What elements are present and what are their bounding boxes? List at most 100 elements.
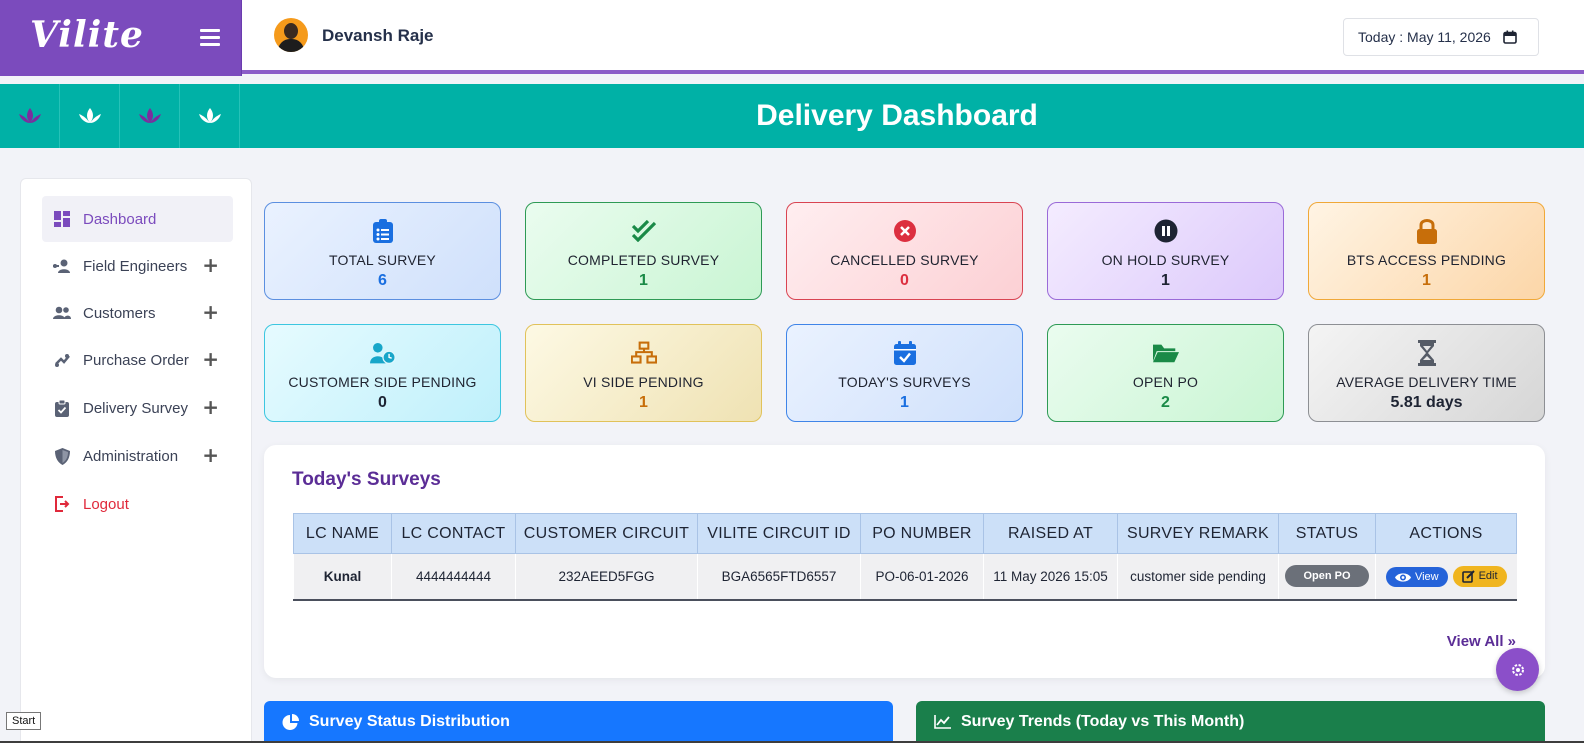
pie-chart-icon — [282, 713, 299, 730]
calendar-check-icon — [892, 340, 918, 366]
customers-icon — [52, 303, 72, 323]
column-header[interactable]: STATUS — [1278, 513, 1376, 554]
card-value: 1 — [1161, 272, 1170, 289]
sidebar-item-customers[interactable]: Customers + — [42, 290, 233, 336]
date-display[interactable]: Today : May 11, 2026 — [1343, 18, 1539, 56]
table-row: Kunal 4444444444 232AEED5FGG BGA6565FTD6… — [293, 553, 1517, 601]
column-header[interactable]: PO NUMBER — [860, 513, 984, 554]
expand-icon[interactable]: + — [202, 255, 219, 275]
edit-icon — [1461, 569, 1475, 583]
lotus-icon[interactable] — [120, 84, 180, 148]
sidebar-item-logout[interactable]: Logout — [42, 481, 233, 527]
card-value: 1 — [900, 394, 909, 411]
start-button[interactable]: Start — [6, 712, 42, 730]
settings-fab[interactable] — [1496, 648, 1539, 691]
sidebar-item-dashboard[interactable]: Dashboard — [42, 196, 233, 242]
sidebar-item-administration[interactable]: Administration + — [42, 433, 233, 479]
logo-area: Vilite — [0, 0, 242, 76]
double-check-icon — [631, 218, 657, 244]
line-chart-icon — [934, 715, 951, 729]
card-on-hold-survey[interactable]: ON HOLD SURVEY 1 — [1047, 202, 1284, 300]
sidebar-item-field-engineers[interactable]: Field Engineers + — [42, 243, 233, 289]
page-banner: Delivery Dashboard — [0, 84, 1584, 148]
expand-icon[interactable]: + — [202, 349, 219, 369]
user-name: Devansh Raje — [322, 26, 434, 45]
card-value: 2 — [1161, 394, 1170, 411]
expand-icon[interactable]: + — [202, 445, 219, 465]
column-header[interactable]: CUSTOMER CIRCUIT — [515, 513, 698, 554]
sidebar-item-label: Administration — [83, 447, 179, 465]
edit-button[interactable]: Edit — [1452, 565, 1507, 587]
top-bar: Devansh Raje Today : May 11, 2026 — [242, 0, 1584, 74]
lock-icon — [1414, 218, 1440, 244]
field-engineers-icon — [52, 256, 72, 276]
view-button[interactable]: View — [1385, 567, 1448, 587]
date-text: Today : May 11, 2026 — [1358, 29, 1491, 45]
view-all-link[interactable]: View All » — [1447, 633, 1516, 650]
hourglass-icon — [1414, 340, 1440, 366]
expand-icon[interactable]: + — [202, 397, 219, 417]
card-value: 1 — [1422, 272, 1431, 289]
sidebar-item-purchase-order[interactable]: Purchase Order + — [42, 337, 233, 383]
lotus-icon[interactable] — [0, 84, 60, 148]
card-open-po[interactable]: OPEN PO 2 — [1047, 324, 1284, 422]
cell-vilite-circuit-id: BGA6565FTD6557 — [697, 553, 861, 601]
menu-toggle-icon[interactable] — [200, 26, 220, 48]
surveys-table: LC NAME LC CONTACT CUSTOMER CIRCUIT VILI… — [293, 513, 1517, 601]
column-header[interactable]: RAISED AT — [983, 513, 1118, 554]
card-title: BTS ACCESS PENDING — [1346, 252, 1507, 268]
card-value: 6 — [378, 272, 387, 289]
card-value: 5.81 days — [1390, 394, 1463, 411]
clipboard-check-icon — [52, 398, 72, 418]
sidebar-item-label: Customers — [83, 304, 156, 322]
sidebar-item-label: Delivery Survey — [83, 399, 189, 417]
x-circle-icon — [892, 218, 918, 244]
view-button-label: View — [1414, 571, 1439, 583]
card-vi-side-pending[interactable]: VI SIDE PENDING 1 — [525, 324, 762, 422]
column-header[interactable]: LC CONTACT — [391, 513, 516, 554]
card-value: 0 — [378, 394, 387, 411]
lotus-icon[interactable] — [60, 84, 120, 148]
sidebar: Dashboard Field Engineers + Customers + … — [20, 178, 252, 743]
card-bts-access-pending[interactable]: BTS ACCESS PENDING 1 — [1308, 202, 1545, 300]
edit-button-label: Edit — [1478, 570, 1498, 582]
user-clock-icon — [369, 340, 396, 366]
logo[interactable]: Vilite — [30, 14, 144, 56]
card-title: VI SIDE PENDING — [583, 374, 704, 390]
calendar-icon — [1503, 30, 1517, 44]
card-title: ON HOLD SURVEY — [1101, 252, 1230, 268]
sidebar-item-label: Dashboard — [83, 210, 157, 228]
column-header[interactable]: ACTIONS — [1375, 513, 1517, 554]
card-completed-survey[interactable]: COMPLETED SURVEY 1 — [525, 202, 762, 300]
column-header[interactable]: VILITE CIRCUIT ID — [697, 513, 861, 554]
card-average-delivery-time[interactable]: AVERAGE DELIVERY TIME 5.81 days — [1308, 324, 1545, 422]
cell-customer-circuit: 232AEED5FGG — [515, 553, 698, 601]
cell-lc-contact: 4444444444 — [391, 553, 516, 601]
purchase-order-icon — [52, 350, 72, 370]
page-title: Delivery Dashboard — [756, 99, 1038, 132]
chart-title: Survey Status Distribution — [309, 713, 510, 730]
card-customer-side-pending[interactable]: CUSTOMER SIDE PENDING 0 — [264, 324, 501, 422]
chart-title: Survey Trends (Today vs This Month) — [961, 713, 1245, 730]
lotus-icon[interactable] — [180, 84, 240, 148]
avatar[interactable] — [274, 18, 308, 52]
page: Vilite Devansh Raje Today : May 11, 2026… — [0, 0, 1584, 743]
card-todays-surveys[interactable]: TODAY'S SURVEYS 1 — [786, 324, 1023, 422]
shield-icon — [52, 446, 72, 466]
cell-status: Open PO — [1278, 553, 1376, 601]
card-title: OPEN PO — [1132, 374, 1199, 390]
card-total-survey[interactable]: TOTAL SURVEY 6 — [264, 202, 501, 300]
cell-po-number: PO-06-01-2026 — [860, 553, 984, 601]
sidebar-item-delivery-survey[interactable]: Delivery Survey + — [42, 385, 233, 431]
card-cancelled-survey[interactable]: CANCELLED SURVEY 0 — [786, 202, 1023, 300]
card-value: 1 — [639, 394, 648, 411]
sidebar-item-label: Logout — [83, 495, 129, 513]
survey-status-distribution-header: Survey Status Distribution — [264, 701, 893, 743]
pause-circle-icon — [1153, 218, 1179, 244]
table-header-row: LC NAME LC CONTACT CUSTOMER CIRCUIT VILI… — [293, 513, 1517, 554]
card-title: AVERAGE DELIVERY TIME — [1336, 374, 1517, 390]
column-header[interactable]: SURVEY REMARK — [1117, 513, 1279, 554]
card-title: COMPLETED SURVEY — [567, 252, 720, 268]
column-header[interactable]: LC NAME — [293, 513, 392, 554]
expand-icon[interactable]: + — [202, 302, 219, 322]
